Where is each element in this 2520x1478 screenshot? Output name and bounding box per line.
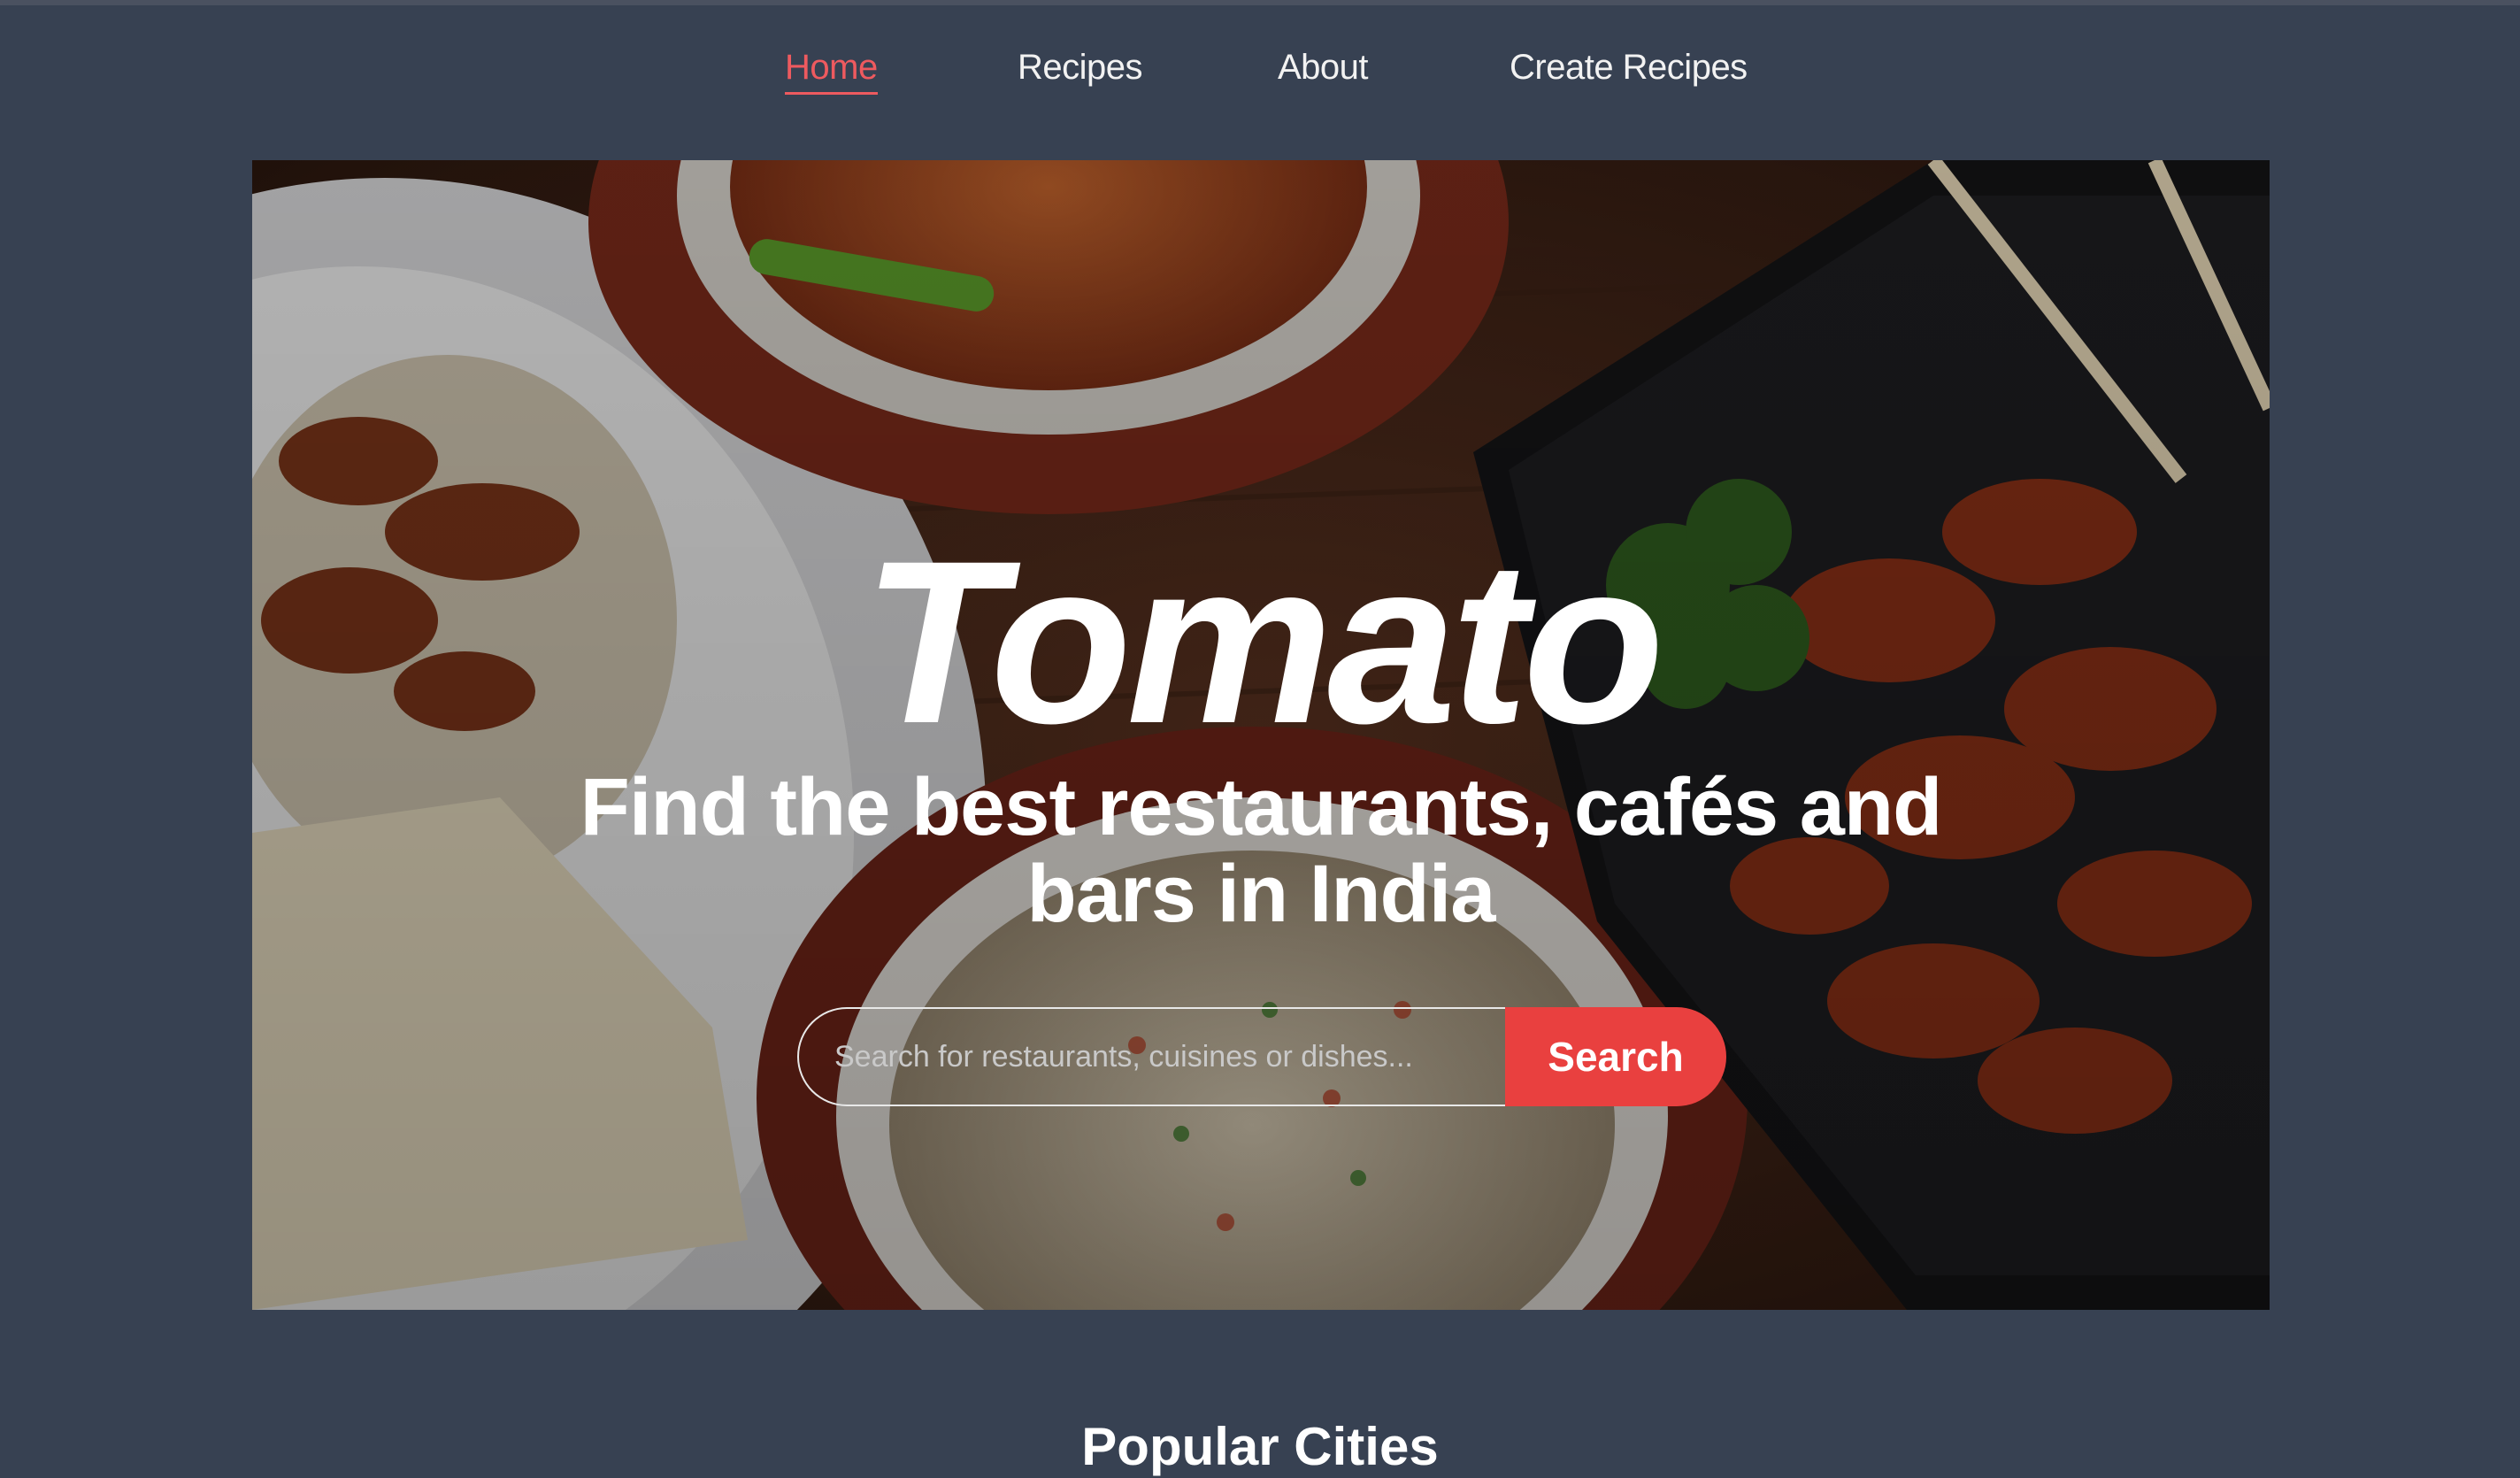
top-nav: Home Recipes About Create Recipes: [0, 42, 2520, 95]
hero-tagline: Find the best restaurants, cafés and bar…: [553, 764, 1969, 937]
popular-cities-heading: Popular Cities: [1081, 1417, 1439, 1476]
nav-home-link[interactable]: Home: [785, 42, 878, 95]
hero-tagline-line-2: bars in India: [1026, 849, 1496, 939]
brand-logo-text: Tomato: [862, 512, 1664, 772]
top-border: [0, 0, 2520, 5]
hero-tagline-line-1: Find the best restaurants, cafés and: [580, 762, 1943, 852]
nav-recipes-link[interactable]: Recipes: [1018, 42, 1143, 92]
nav-create-recipes-link[interactable]: Create Recipes: [1510, 42, 1748, 92]
search-bar: Search: [797, 1007, 1726, 1106]
hero-banner: Tomato Find the best restaurants, cafés …: [252, 160, 2270, 1310]
search-input[interactable]: [797, 1007, 1505, 1106]
nav-about-link[interactable]: About: [1278, 42, 1369, 92]
search-button[interactable]: Search: [1505, 1007, 1726, 1106]
